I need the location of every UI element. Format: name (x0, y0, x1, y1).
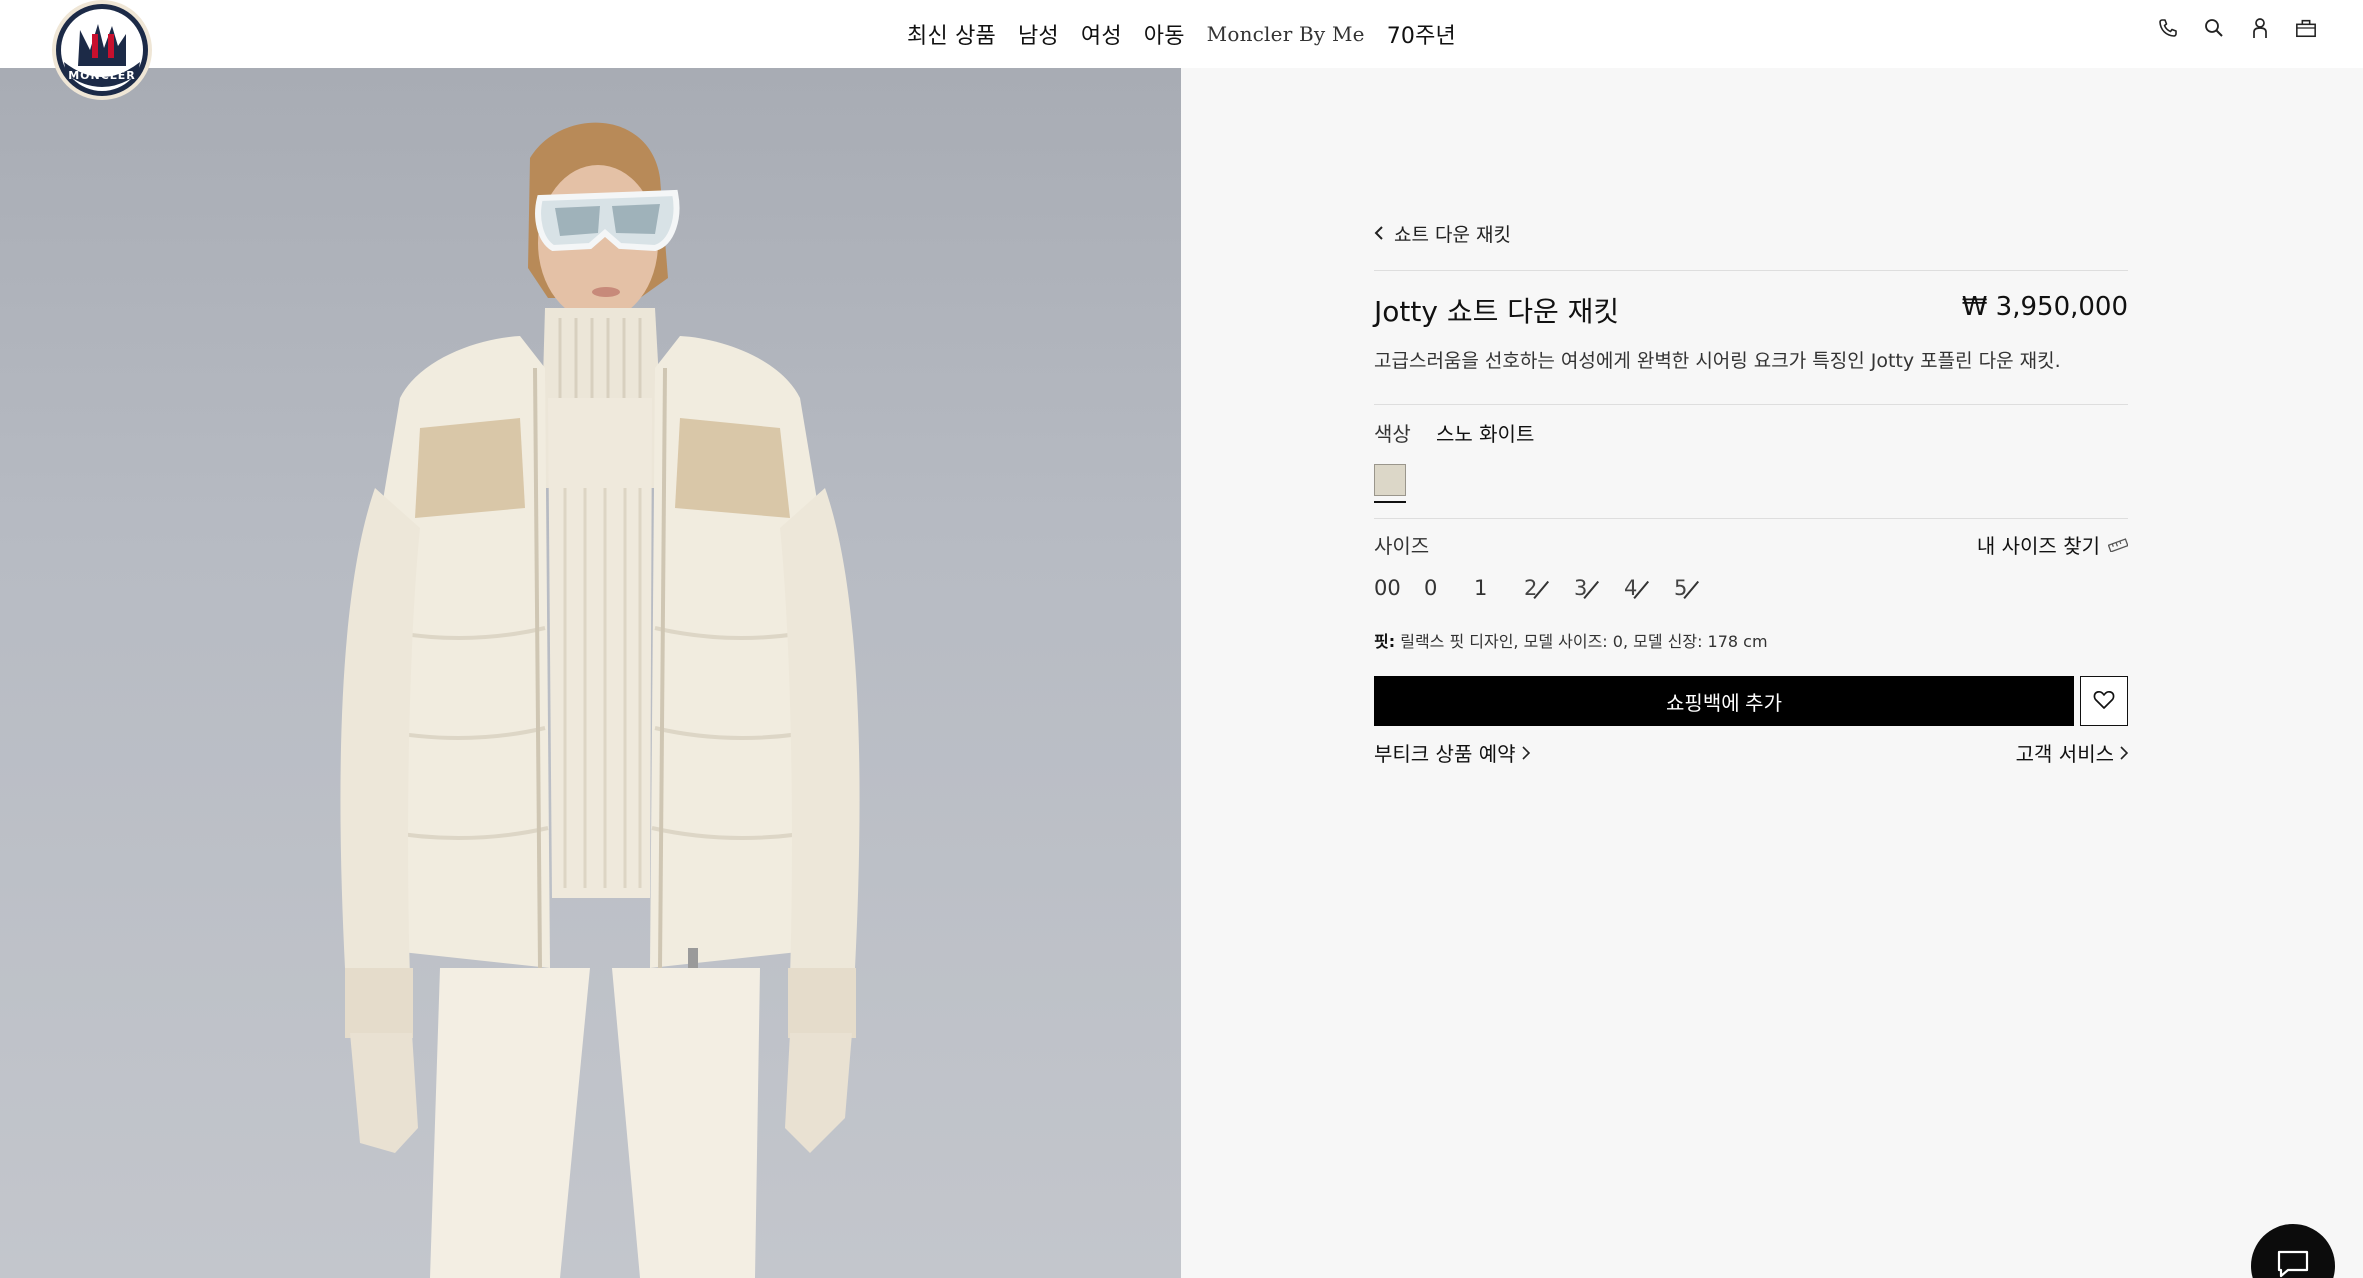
fit-text: 릴랙스 핏 디자인, 모델 사이즈: 0, 모델 신장: 178 cm (1400, 632, 1768, 651)
customer-service-label: 고객 서비스 (2015, 742, 2114, 766)
product-details-panel: 쇼트 다운 재킷 Jotty 쇼트 다운 재킷 ₩ 3,950,000 고급스러… (1181, 68, 2363, 1278)
divider (1374, 518, 2128, 519)
size-option-4-unavailable[interactable]: 4 (1624, 576, 1674, 600)
chat-button[interactable] (2251, 1224, 2335, 1278)
breadcrumb-label: 쇼트 다운 재킷 (1394, 224, 1511, 246)
size-label: 사이즈 (1374, 534, 1430, 558)
chevron-right-icon (1521, 741, 1530, 765)
size-option-2-unavailable[interactable]: 2 (1524, 576, 1574, 600)
size-selector: 00 0 1 2 3 4 5 (1374, 576, 1724, 600)
boutique-reservation-label: 부티크 상품 예약 (1374, 742, 1516, 766)
header-icons (2157, 14, 2317, 42)
shopping-bag-icon[interactable] (2295, 14, 2317, 42)
selected-swatch-indicator (1374, 501, 1406, 503)
nav-women[interactable]: 여성 (1081, 18, 1122, 50)
fit-label: 핏: (1374, 632, 1396, 651)
add-to-bag-button[interactable]: 쇼핑백에 추가 (1374, 676, 2074, 726)
nav-70th-anniversary[interactable]: 70주년 (1387, 18, 1456, 50)
boutique-reservation-link[interactable]: 부티크 상품 예약 (1374, 738, 1530, 767)
ruler-icon (2107, 533, 2129, 557)
size-guide-label: 내 사이즈 찾기 (1976, 534, 2100, 558)
color-label: 색상 (1374, 422, 1411, 446)
nav-kids[interactable]: 아동 (1144, 18, 1185, 50)
size-option-00[interactable]: 00 (1374, 576, 1424, 600)
divider (1374, 270, 2128, 271)
chat-icon (2276, 1249, 2310, 1278)
size-option-5-unavailable[interactable]: 5 (1674, 576, 1724, 600)
color-swatch-snow-white[interactable] (1374, 464, 1406, 496)
size-option-0[interactable]: 0 (1424, 576, 1474, 600)
divider (1374, 404, 2128, 405)
size-option-1[interactable]: 1 (1474, 576, 1524, 600)
logo-wordmark: MONCLER (68, 69, 136, 82)
size-guide-link[interactable]: 내 사이즈 찾기 (1976, 530, 2129, 559)
chevron-left-icon (1374, 223, 1384, 245)
main-nav: 최신 상품 남성 여성 아동 Moncler By Me 70주년 (0, 0, 2363, 68)
product-description: 고급스러움을 선호하는 여성에게 완벽한 시어링 요크가 특징인 Jotty 포… (1374, 350, 2061, 372)
nav-men[interactable]: 남성 (1018, 18, 1059, 50)
customer-service-link[interactable]: 고객 서비스 (2015, 738, 2129, 767)
chevron-right-icon (2120, 741, 2129, 765)
fit-info: 핏: 릴랙스 핏 디자인, 모델 사이즈: 0, 모델 신장: 178 cm (1374, 628, 1768, 652)
size-option-3-unavailable[interactable]: 3 (1574, 576, 1624, 600)
nav-new-arrivals[interactable]: 최신 상품 (907, 18, 996, 50)
search-icon[interactable] (2203, 14, 2225, 42)
site-header: 최신 상품 남성 여성 아동 Moncler By Me 70주년 (0, 0, 2363, 68)
model-illustration (340, 122, 860, 1278)
product-title: Jotty 쇼트 다운 재킷 (1374, 295, 1620, 328)
account-icon[interactable] (2249, 14, 2271, 42)
heart-icon (2093, 690, 2115, 713)
product-image[interactable] (0, 68, 1181, 1278)
phone-icon[interactable] (2157, 14, 2179, 42)
breadcrumb-back-link[interactable]: 쇼트 다운 재킷 (1374, 220, 1511, 247)
moncler-logo[interactable]: MONCLER (46, 0, 158, 104)
wishlist-button[interactable] (2080, 676, 2128, 726)
nav-moncler-by-me[interactable]: Moncler By Me (1207, 22, 1365, 46)
product-price: ₩ 3,950,000 (1961, 292, 2128, 322)
color-value: 스노 화이트 (1436, 422, 1535, 446)
